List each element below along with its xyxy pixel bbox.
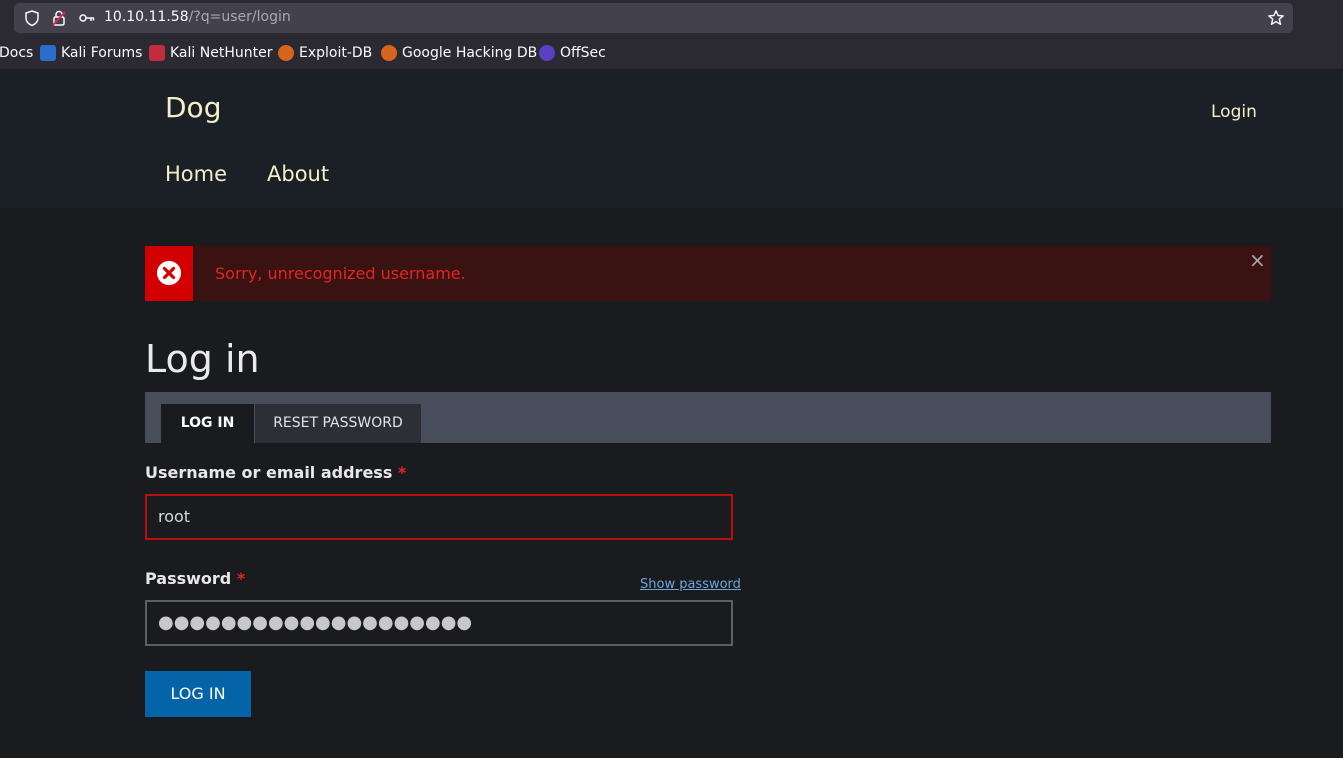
url-host: 10.10.11.58 bbox=[104, 9, 189, 25]
required-mark: * bbox=[397, 463, 407, 482]
site-header: Dog Login Home About bbox=[0, 69, 1343, 208]
required-mark: * bbox=[236, 569, 246, 588]
bookmark-label: Google Hacking DB bbox=[402, 45, 538, 61]
lock-insecure-icon[interactable] bbox=[50, 9, 68, 27]
bookmark-kali-nethunter[interactable]: Kali NetHunter bbox=[149, 45, 272, 61]
tab-log-in[interactable]: LOG IN bbox=[161, 404, 254, 443]
google-hacking-db-icon bbox=[381, 45, 397, 61]
bookmark-label: Kali Forums bbox=[61, 45, 143, 61]
exploit-db-icon bbox=[278, 45, 294, 61]
offsec-icon bbox=[539, 45, 555, 61]
kali-nethunter-icon bbox=[149, 45, 165, 61]
shield-icon[interactable] bbox=[23, 9, 41, 27]
bookmark-label: Docs bbox=[0, 45, 34, 61]
url-bar[interactable]: 10.10.11.58/?q=user/login bbox=[14, 3, 1293, 33]
bookmark-label: Exploit-DB bbox=[299, 45, 373, 61]
password-field[interactable]: ●●●●●●●●●●●●●●●●●●●● bbox=[145, 600, 733, 646]
tab-reset-password[interactable]: RESET PASSWORD bbox=[255, 404, 421, 443]
password-label: Password * bbox=[145, 569, 245, 588]
nav-item-home[interactable]: Home bbox=[165, 162, 227, 186]
page-title: Log in bbox=[145, 337, 260, 381]
error-icon-box bbox=[145, 246, 193, 301]
username-label: Username or email address * bbox=[145, 463, 406, 482]
username-label-text: Username or email address bbox=[145, 463, 393, 482]
bookmark-star-icon[interactable] bbox=[1267, 9, 1285, 27]
close-icon[interactable]: × bbox=[1249, 248, 1266, 272]
url-text[interactable]: 10.10.11.58/?q=user/login bbox=[104, 9, 291, 25]
error-message: Sorry, unrecognized username. × bbox=[145, 246, 1271, 301]
bookmarks-bar: Docs Kali Forums Kali NetHunter Exploit-… bbox=[0, 38, 1343, 69]
kali-forums-icon bbox=[40, 45, 56, 61]
error-x-icon bbox=[157, 261, 181, 285]
error-message-text: Sorry, unrecognized username. bbox=[215, 264, 466, 283]
bookmark-google-hacking-db[interactable]: Google Hacking DB bbox=[381, 45, 537, 61]
bookmark-docs[interactable]: Docs bbox=[0, 45, 33, 61]
bookmark-label: Kali NetHunter bbox=[170, 45, 273, 61]
key-icon[interactable] bbox=[78, 9, 96, 27]
bookmark-exploit-db[interactable]: Exploit-DB bbox=[278, 45, 372, 61]
bookmark-label: OffSec bbox=[560, 45, 606, 61]
bookmark-kali-forums[interactable]: Kali Forums bbox=[40, 45, 142, 61]
nav-item-about[interactable]: About bbox=[267, 162, 329, 186]
site-name-link[interactable]: Dog bbox=[165, 91, 221, 124]
password-label-text: Password bbox=[145, 569, 232, 588]
bookmark-offsec[interactable]: OffSec bbox=[539, 45, 606, 61]
username-field[interactable]: root bbox=[145, 494, 733, 540]
main-content: Sorry, unrecognized username. × Log in L… bbox=[0, 208, 1343, 758]
login-submit-button[interactable]: LOG IN bbox=[145, 671, 251, 717]
tabs-bar: LOG IN RESET PASSWORD bbox=[145, 392, 1271, 443]
browser-toolbar: 10.10.11.58/?q=user/login bbox=[0, 0, 1343, 38]
show-password-link[interactable]: Show password bbox=[640, 577, 741, 592]
header-login-link[interactable]: Login bbox=[1211, 102, 1257, 122]
url-path: /?q=user/login bbox=[188, 9, 291, 25]
